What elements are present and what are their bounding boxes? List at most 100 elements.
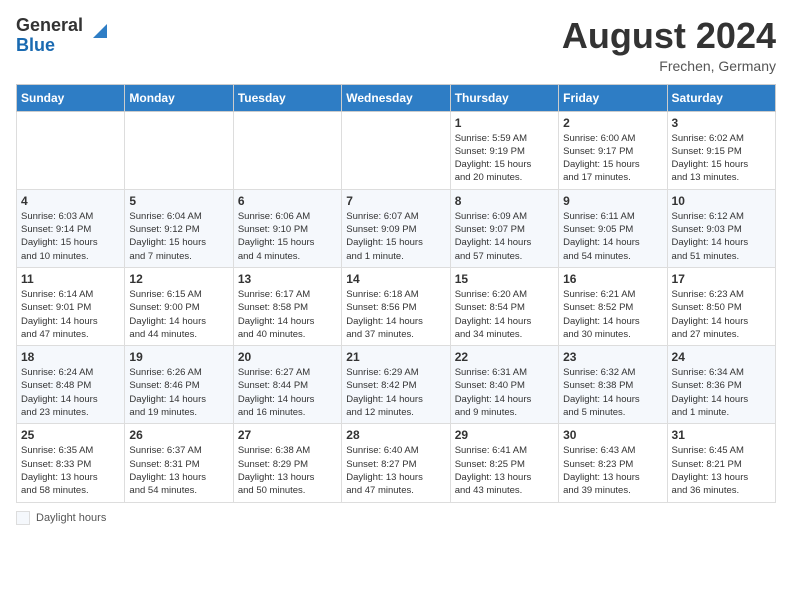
day-number: 10 — [672, 194, 771, 208]
calendar-cell — [17, 111, 125, 189]
day-info: Sunrise: 6:17 AM Sunset: 8:58 PM Dayligh… — [238, 288, 337, 341]
calendar-cell: 19Sunrise: 6:26 AM Sunset: 8:46 PM Dayli… — [125, 346, 233, 424]
legend-box — [16, 511, 30, 525]
day-number: 23 — [563, 350, 662, 364]
title-block: August 2024 Frechen, Germany — [562, 16, 776, 74]
calendar-week-row: 4 Sunrise: 6:03 AM Sunset: 9:14 PM Daylig… — [17, 189, 776, 267]
day-info: Sunrise: 6:09 AM Sunset: 9:07 PM Dayligh… — [455, 210, 554, 263]
day-info: Sunrise: 6:06 AM Sunset: 9:10 PM Dayligh… — [238, 210, 337, 263]
calendar-cell: 25 Sunrise: 6:35 AM Sunset: 8:33 PM Dayli… — [17, 424, 125, 502]
day-info: Sunrise: 6:35 AM Sunset: 8:33 PM Dayligh… — [21, 444, 120, 497]
calendar-cell: 6 Sunrise: 6:06 AM Sunset: 9:10 PM Daylig… — [233, 189, 341, 267]
calendar-week-row: 25 Sunrise: 6:35 AM Sunset: 8:33 PM Dayli… — [17, 424, 776, 502]
day-number: 20 — [238, 350, 337, 364]
legend-label: Daylight hours — [36, 512, 106, 524]
calendar-cell: 15 Sunrise: 6:20 AM Sunset: 8:54 PM Dayli… — [450, 267, 558, 345]
day-info: Sunrise: 6:34 AM Sunset: 8:36 PM Dayligh… — [672, 366, 771, 419]
day-number: 16 — [563, 272, 662, 286]
day-info: Sunrise: 6:04 AM Sunset: 9:12 PM Dayligh… — [129, 210, 228, 263]
legend: Daylight hours — [16, 511, 776, 525]
day-number: 17 — [672, 272, 771, 286]
calendar-cell: 12 Sunrise: 6:15 AM Sunset: 9:00 PM Dayli… — [125, 267, 233, 345]
calendar-cell: 24Sunrise: 6:34 AM Sunset: 8:36 PM Dayli… — [667, 346, 775, 424]
day-number: 9 — [563, 194, 662, 208]
calendar-cell: 18Sunrise: 6:24 AM Sunset: 8:48 PM Dayli… — [17, 346, 125, 424]
day-info: Sunrise: 6:21 AM Sunset: 8:52 PM Dayligh… — [563, 288, 662, 341]
logo-general: General — [16, 15, 83, 35]
calendar-week-row: 11 Sunrise: 6:14 AM Sunset: 9:01 PM Dayli… — [17, 267, 776, 345]
calendar-col-header: Monday — [125, 84, 233, 111]
calendar-cell: 1Sunrise: 5:59 AM Sunset: 9:19 PM Daylig… — [450, 111, 558, 189]
page-header: General Blue August 2024 Frechen, German… — [16, 16, 776, 74]
calendar-col-header: Thursday — [450, 84, 558, 111]
calendar-cell: 11 Sunrise: 6:14 AM Sunset: 9:01 PM Dayli… — [17, 267, 125, 345]
calendar-cell: 4 Sunrise: 6:03 AM Sunset: 9:14 PM Daylig… — [17, 189, 125, 267]
day-info: Sunrise: 6:02 AM Sunset: 9:15 PM Dayligh… — [672, 132, 771, 185]
calendar-week-row: 18Sunrise: 6:24 AM Sunset: 8:48 PM Dayli… — [17, 346, 776, 424]
location-subtitle: Frechen, Germany — [562, 58, 776, 74]
calendar-cell: 17 Sunrise: 6:23 AM Sunset: 8:50 PM Dayli… — [667, 267, 775, 345]
calendar-cell: 10 Sunrise: 6:12 AM Sunset: 9:03 PM Dayli… — [667, 189, 775, 267]
month-year-title: August 2024 — [562, 16, 776, 56]
calendar-cell: 22 Sunrise: 6:31 AM Sunset: 8:40 PM Dayli… — [450, 346, 558, 424]
calendar-cell: 23 Sunrise: 6:32 AM Sunset: 8:38 PM Dayli… — [559, 346, 667, 424]
calendar-cell — [233, 111, 341, 189]
calendar-cell: 28Sunrise: 6:40 AM Sunset: 8:27 PM Dayli… — [342, 424, 450, 502]
day-info: Sunrise: 6:20 AM Sunset: 8:54 PM Dayligh… — [455, 288, 554, 341]
calendar-week-row: 1Sunrise: 5:59 AM Sunset: 9:19 PM Daylig… — [17, 111, 776, 189]
day-info: Sunrise: 6:41 AM Sunset: 8:25 PM Dayligh… — [455, 444, 554, 497]
day-info: Sunrise: 6:29 AM Sunset: 8:42 PM Dayligh… — [346, 366, 445, 419]
day-number: 1 — [455, 116, 554, 130]
day-number: 13 — [238, 272, 337, 286]
day-number: 2 — [563, 116, 662, 130]
day-number: 4 — [21, 194, 120, 208]
day-number: 12 — [129, 272, 228, 286]
day-info: Sunrise: 6:23 AM Sunset: 8:50 PM Dayligh… — [672, 288, 771, 341]
day-number: 5 — [129, 194, 228, 208]
day-info: Sunrise: 6:03 AM Sunset: 9:14 PM Dayligh… — [21, 210, 120, 263]
calendar-cell — [125, 111, 233, 189]
calendar-cell: 26 Sunrise: 6:37 AM Sunset: 8:31 PM Dayli… — [125, 424, 233, 502]
calendar-col-header: Wednesday — [342, 84, 450, 111]
day-info: Sunrise: 6:26 AM Sunset: 8:46 PM Dayligh… — [129, 366, 228, 419]
day-info: Sunrise: 6:27 AM Sunset: 8:44 PM Dayligh… — [238, 366, 337, 419]
day-number: 15 — [455, 272, 554, 286]
day-number: 31 — [672, 428, 771, 442]
day-info: Sunrise: 6:45 AM Sunset: 8:21 PM Dayligh… — [672, 444, 771, 497]
day-number: 26 — [129, 428, 228, 442]
day-info: Sunrise: 6:24 AM Sunset: 8:48 PM Dayligh… — [21, 366, 120, 419]
day-number: 8 — [455, 194, 554, 208]
day-number: 22 — [455, 350, 554, 364]
day-info: Sunrise: 6:11 AM Sunset: 9:05 PM Dayligh… — [563, 210, 662, 263]
day-info: Sunrise: 6:15 AM Sunset: 9:00 PM Dayligh… — [129, 288, 228, 341]
logo-blue: Blue — [16, 35, 55, 55]
calendar-cell: 8 Sunrise: 6:09 AM Sunset: 9:07 PM Daylig… — [450, 189, 558, 267]
day-number: 14 — [346, 272, 445, 286]
calendar-cell: 27Sunrise: 6:38 AM Sunset: 8:29 PM Dayli… — [233, 424, 341, 502]
logo-blue-text: Blue — [16, 36, 83, 56]
day-number: 6 — [238, 194, 337, 208]
logo-text: General — [16, 16, 83, 36]
logo-icon — [89, 20, 111, 42]
day-info: Sunrise: 6:43 AM Sunset: 8:23 PM Dayligh… — [563, 444, 662, 497]
calendar-cell — [342, 111, 450, 189]
day-number: 3 — [672, 116, 771, 130]
day-number: 29 — [455, 428, 554, 442]
calendar-col-header: Tuesday — [233, 84, 341, 111]
day-info: Sunrise: 6:32 AM Sunset: 8:38 PM Dayligh… — [563, 366, 662, 419]
calendar-cell: 20 Sunrise: 6:27 AM Sunset: 8:44 PM Dayli… — [233, 346, 341, 424]
day-info: Sunrise: 6:31 AM Sunset: 8:40 PM Dayligh… — [455, 366, 554, 419]
day-info: Sunrise: 6:18 AM Sunset: 8:56 PM Dayligh… — [346, 288, 445, 341]
day-info: Sunrise: 6:37 AM Sunset: 8:31 PM Dayligh… — [129, 444, 228, 497]
day-number: 11 — [21, 272, 120, 286]
day-info: Sunrise: 6:12 AM Sunset: 9:03 PM Dayligh… — [672, 210, 771, 263]
calendar-cell: 31 Sunrise: 6:45 AM Sunset: 8:21 PM Dayli… — [667, 424, 775, 502]
day-number: 25 — [21, 428, 120, 442]
day-number: 27 — [238, 428, 337, 442]
calendar-cell: 14 Sunrise: 6:18 AM Sunset: 8:56 PM Dayli… — [342, 267, 450, 345]
calendar-cell: 3 Sunrise: 6:02 AM Sunset: 9:15 PM Daylig… — [667, 111, 775, 189]
day-info: Sunrise: 6:00 AM Sunset: 9:17 PM Dayligh… — [563, 132, 662, 185]
day-info: Sunrise: 6:14 AM Sunset: 9:01 PM Dayligh… — [21, 288, 120, 341]
calendar-cell: 30Sunrise: 6:43 AM Sunset: 8:23 PM Dayli… — [559, 424, 667, 502]
day-info: Sunrise: 6:40 AM Sunset: 8:27 PM Dayligh… — [346, 444, 445, 497]
